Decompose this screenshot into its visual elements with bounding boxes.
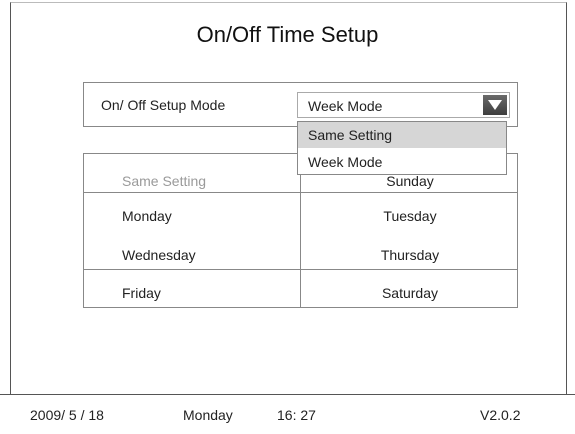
day-cell-monday[interactable]: Monday [84,208,300,224]
setup-mode-select[interactable]: Week Mode [297,92,510,118]
day-cell-thursday[interactable]: Thursday [301,247,519,263]
status-version: V2.0.2 [480,407,521,423]
dropdown-option-week-mode[interactable]: Week Mode [298,149,506,175]
dropdown-option-same-setting[interactable]: Same Setting [298,122,506,148]
setup-mode-label: On/ Off Setup Mode [101,97,226,113]
page-title: On/Off Time Setup [196,22,379,47]
table-row-divider [84,192,517,193]
day-cell-saturday[interactable]: Saturday [301,285,519,301]
setup-mode-dropdown-list: Same Setting Week Mode [297,121,507,175]
day-cell-wednesday[interactable]: Wednesday [84,247,300,263]
dropdown-arrow-button[interactable] [483,95,507,115]
status-weekday: Monday [183,407,233,423]
triangle-down-icon [488,100,502,110]
day-cell-friday[interactable]: Friday [84,285,300,301]
same-setting-cell: Same Setting [122,173,207,189]
table-row-divider [84,269,517,270]
status-time: 16: 27 [277,407,316,423]
week-schedule-table: Same Setting Sunday Monday Tuesday Wedne… [83,153,518,308]
status-date: 2009/ 5 / 18 [30,407,104,423]
day-cell-tuesday[interactable]: Tuesday [301,208,519,224]
setup-mode-value: Week Mode [308,98,383,114]
status-bar: 2009/ 5 / 18 Monday 16: 27 V2.0.2 [0,394,575,434]
day-cell-sunday[interactable]: Sunday [301,173,519,189]
